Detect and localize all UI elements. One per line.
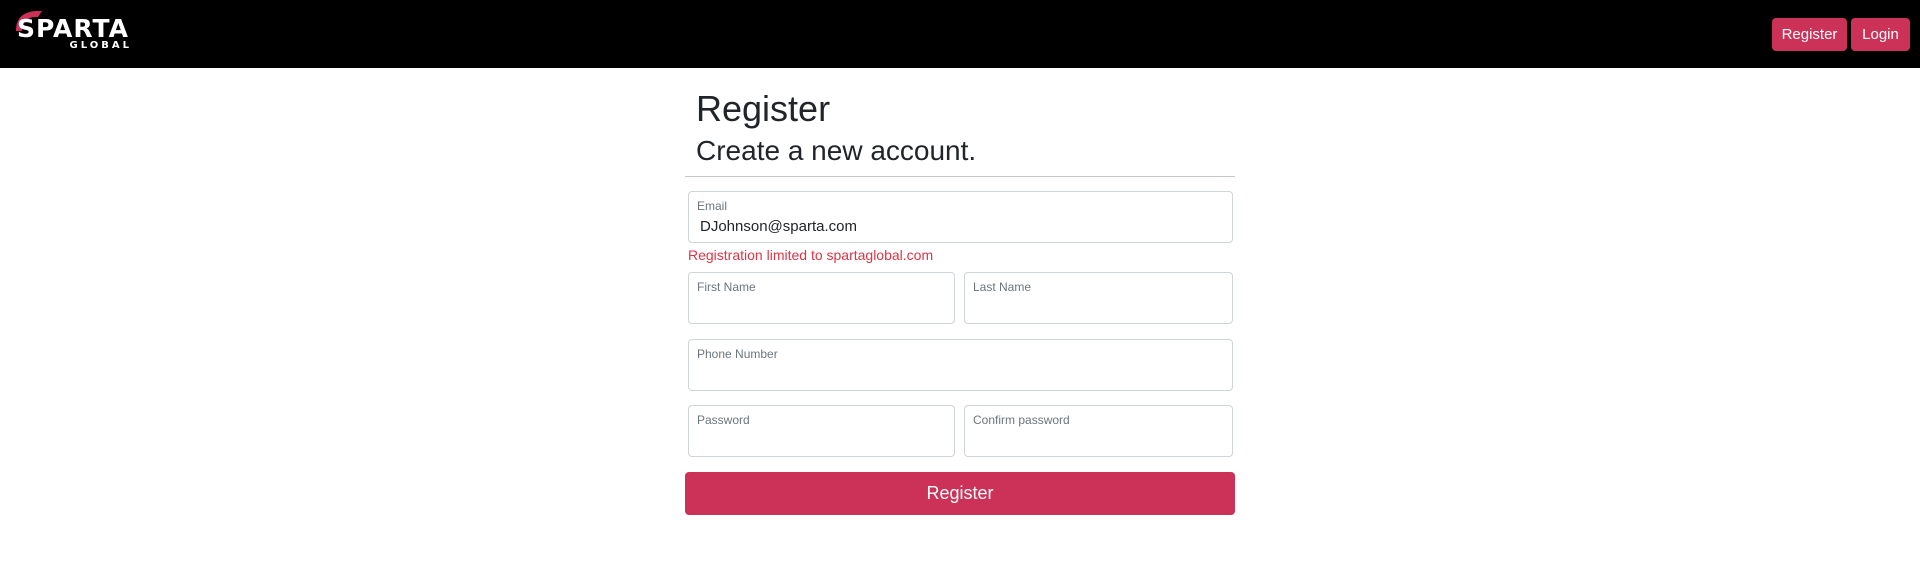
page-title: Register — [696, 88, 831, 129]
confirm-password-label: Confirm password — [973, 413, 1070, 427]
last-name-input[interactable] — [976, 297, 1224, 317]
page-subtitle: Create a new account. — [696, 135, 977, 166]
confirm-password-input[interactable] — [976, 430, 1224, 450]
logo-subtext: GLOBAL — [69, 40, 132, 51]
sparta-global-logo[interactable]: SPARTA GLOBAL — [14, 9, 134, 55]
register-submit-button[interactable]: Register — [685, 472, 1235, 515]
top-navbar: SPARTA GLOBAL Register Login — [0, 0, 1920, 68]
email-field[interactable]: Email — [688, 191, 1233, 243]
last-name-label: Last Name — [973, 280, 1032, 294]
title-divider — [685, 176, 1235, 177]
password-label: Password — [697, 413, 750, 427]
password-field[interactable]: Password — [688, 405, 955, 457]
password-input[interactable] — [700, 430, 946, 450]
first-name-input[interactable] — [700, 297, 946, 317]
confirm-password-field[interactable]: Confirm password — [964, 405, 1233, 457]
email-label: Email — [697, 199, 728, 213]
phone-number-input[interactable] — [700, 364, 1224, 384]
phone-number-label: Phone Number — [697, 347, 778, 361]
email-validation-error: Registration limited to spartaglobal.com — [688, 247, 934, 263]
phone-number-field[interactable]: Phone Number — [688, 339, 1233, 391]
nav-login-button[interactable]: Login — [1851, 18, 1910, 51]
last-name-field[interactable]: Last Name — [964, 272, 1233, 324]
email-input[interactable] — [700, 216, 1224, 236]
first-name-field[interactable]: First Name — [688, 272, 955, 324]
first-name-label: First Name — [697, 280, 756, 294]
logo-wordmark: SPARTA — [17, 14, 129, 43]
nav-register-button[interactable]: Register — [1772, 18, 1847, 51]
